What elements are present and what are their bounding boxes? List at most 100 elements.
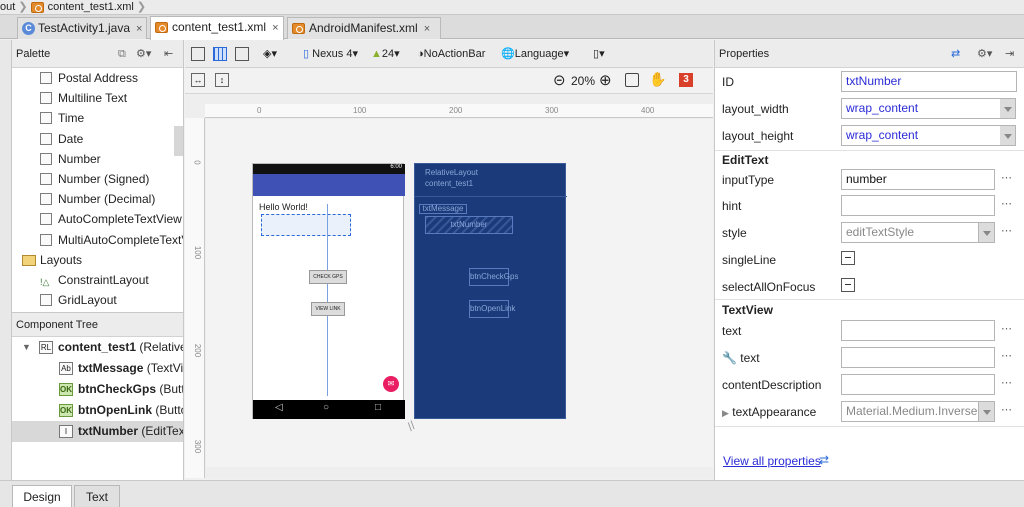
blueprint-view-icon[interactable] bbox=[213, 47, 227, 61]
palette-item[interactable]: MultiAutoCompleteTextView bbox=[12, 230, 183, 250]
mail-fab-icon[interactable]: ✉ bbox=[383, 376, 399, 392]
tree-item-btnopenlink[interactable]: OK btnOpenLink (Button) bbox=[12, 400, 183, 421]
breadcrumb-item-out[interactable]: out bbox=[0, 1, 15, 13]
chevron-down-icon[interactable] bbox=[1000, 98, 1016, 119]
tab-androidmanifest-xml[interactable]: AndroidManifest.xml × bbox=[287, 17, 441, 39]
view-all-properties-link[interactable]: View all properties bbox=[723, 454, 821, 468]
textview-icon: Ab bbox=[59, 362, 73, 375]
blueprint-btncheckgps[interactable]: btnCheckGps bbox=[469, 268, 518, 286]
tab-text[interactable]: Text bbox=[74, 485, 120, 507]
resize-height-icon[interactable]: ↕ bbox=[215, 73, 229, 87]
language-dropdown[interactable]: 🌐Language▾ bbox=[501, 46, 569, 62]
design-preview[interactable]: 6:00 Hello World! CHECK GPS VIEW LINK ✉ … bbox=[252, 163, 405, 419]
tree-item-content-test1[interactable]: ▼ RL content_test1 (RelativeLayout) bbox=[12, 337, 183, 358]
error-count-badge[interactable]: 3 bbox=[679, 73, 693, 87]
palette-item[interactable]: !△ ConstraintLayout bbox=[12, 270, 183, 290]
more-icon[interactable]: ⋯ bbox=[1001, 322, 1012, 335]
hint-field[interactable] bbox=[841, 195, 995, 216]
both-views-icon[interactable] bbox=[235, 47, 249, 61]
expand-arrow-icon[interactable]: ▶ bbox=[722, 408, 729, 418]
tab-design[interactable]: Design bbox=[12, 485, 72, 507]
hello-world-text[interactable]: Hello World! bbox=[259, 202, 308, 212]
tools-text-field[interactable] bbox=[841, 347, 995, 368]
swap-view-icon[interactable]: ⇄ bbox=[951, 40, 960, 68]
hide-panel-icon[interactable]: ⇤ bbox=[164, 40, 173, 68]
orientation-icon[interactable]: ◈▾ bbox=[263, 46, 277, 62]
select-all-on-focus-checkbox[interactable] bbox=[841, 278, 855, 292]
content-description-field[interactable] bbox=[841, 374, 995, 395]
gear-icon[interactable]: ⚙▾ bbox=[977, 40, 992, 68]
check-gps-button[interactable]: CHECK GPS bbox=[309, 270, 347, 284]
palette-item[interactable]: Number (Decimal) bbox=[12, 189, 183, 209]
resize-handle-icon[interactable]: // bbox=[405, 418, 418, 433]
more-icon[interactable]: ⋯ bbox=[1001, 403, 1012, 416]
palette-item[interactable]: Postal Address bbox=[12, 68, 183, 88]
tree-item-txtmessage[interactable]: Ab txtMessage (TextView) bbox=[12, 358, 183, 379]
blueprint-btnopenlink[interactable]: btnOpenLink bbox=[469, 300, 515, 318]
close-icon[interactable]: × bbox=[136, 23, 142, 35]
style-field[interactable]: editTextStyle bbox=[841, 222, 979, 243]
tree-item-txtnumber[interactable]: I txtNumber (EditText) bbox=[12, 421, 183, 442]
pan-hand-icon[interactable]: ✋ bbox=[649, 71, 666, 88]
design-canvas: 0 100 200 300 400 0 100 200 300 6:00 Hel… bbox=[185, 94, 713, 478]
edittext-selection[interactable] bbox=[261, 214, 351, 236]
id-field[interactable]: txtNumber bbox=[841, 71, 1017, 92]
close-icon[interactable]: × bbox=[272, 22, 278, 34]
palette-category-layouts[interactable]: Layouts bbox=[12, 250, 183, 270]
layout-height-field[interactable]: wrap_content bbox=[841, 125, 1001, 146]
resize-width-icon[interactable]: ↔ bbox=[191, 73, 205, 87]
tab-testactivity1-java[interactable]: C TestActivity1.java × bbox=[17, 17, 147, 39]
palette-item[interactable]: Time bbox=[12, 108, 183, 128]
palette-item[interactable]: Multiline Text bbox=[12, 88, 183, 108]
design-view-icon[interactable] bbox=[191, 47, 205, 61]
chevron-down-icon[interactable] bbox=[979, 222, 995, 243]
zoom-out-icon[interactable]: ⊝ bbox=[553, 71, 566, 89]
component-tree-title: Component Tree bbox=[16, 319, 98, 331]
zoom-fit-icon[interactable] bbox=[625, 73, 639, 87]
palette-scrollbar[interactable] bbox=[174, 126, 183, 156]
expand-arrow-icon[interactable]: ▼ bbox=[22, 337, 31, 358]
hide-panel-icon[interactable]: ⇥ bbox=[1005, 40, 1014, 68]
palette-item[interactable]: AutoCompleteTextView bbox=[12, 209, 183, 229]
properties-panel: Properties ⇄ ⚙▾ ⇥ ID txtNumber layout_wi… bbox=[714, 40, 1024, 480]
gear-icon[interactable]: ⚙▾ bbox=[136, 40, 151, 68]
tab-content-test1-xml[interactable]: content_test1.xml × bbox=[150, 16, 284, 40]
close-icon[interactable]: × bbox=[424, 23, 430, 35]
swap-view-icon[interactable]: ⇄ bbox=[819, 453, 829, 467]
single-line-checkbox[interactable] bbox=[841, 251, 855, 265]
multiautocomplete-icon bbox=[40, 233, 52, 246]
blueprint-txtnumber[interactable]: txtNumber bbox=[425, 216, 513, 234]
breadcrumb: out ❯ content_test1.xml ❯ bbox=[0, 0, 1024, 15]
palette-item[interactable]: Number (Signed) bbox=[12, 169, 183, 189]
restore-icon[interactable]: ⧉ bbox=[118, 40, 126, 68]
blueprint-txtmessage[interactable]: txtMessage bbox=[419, 204, 467, 214]
text-appearance-field[interactable]: Material.Medium.Inverse bbox=[841, 401, 979, 422]
palette-item[interactable]: GridLayout bbox=[12, 290, 183, 310]
tree-item-btncheckgps[interactable]: OK btnCheckGps (Button) bbox=[12, 379, 183, 400]
api-level-dropdown[interactable]: ▲24▾ bbox=[371, 46, 400, 62]
input-type-field[interactable]: number bbox=[841, 169, 995, 190]
palette-item[interactable]: Date bbox=[12, 129, 183, 149]
zoom-in-icon[interactable]: ⊕ bbox=[599, 71, 612, 89]
more-icon[interactable]: ⋯ bbox=[1001, 197, 1012, 210]
view-link-button[interactable]: VIEW LINK bbox=[311, 302, 345, 316]
more-icon[interactable]: ⋯ bbox=[1001, 349, 1012, 362]
chevron-down-icon[interactable] bbox=[979, 401, 995, 422]
editor-tabs: C TestActivity1.java × content_test1.xml × … bbox=[0, 15, 1024, 40]
canvas-workarea[interactable]: 6:00 Hello World! CHECK GPS VIEW LINK ✉ … bbox=[206, 119, 713, 467]
device-dropdown[interactable]: ▯ Nexus 4▾ bbox=[303, 46, 358, 62]
layout-width-field[interactable]: wrap_content bbox=[841, 98, 1001, 119]
device-frame-dropdown[interactable]: ▯▾ bbox=[593, 46, 605, 62]
chevron-down-icon[interactable] bbox=[1000, 125, 1016, 146]
theme-dropdown[interactable]: ◑NoActionBar bbox=[417, 46, 485, 62]
breadcrumb-item-file[interactable]: content_test1.xml bbox=[48, 1, 134, 13]
blueprint-view[interactable]: RelativeLayout content_test1 txtMessage … bbox=[414, 163, 567, 419]
textfield-icon bbox=[40, 112, 52, 125]
palette-item[interactable]: Number bbox=[12, 149, 183, 169]
more-icon[interactable]: ⋯ bbox=[1001, 224, 1012, 237]
properties-header: Properties ⇄ ⚙▾ ⇥ bbox=[715, 40, 1024, 68]
more-icon[interactable]: ⋯ bbox=[1001, 376, 1012, 389]
more-icon[interactable]: ⋯ bbox=[1001, 171, 1012, 184]
prop-row-text: text ⋯ bbox=[715, 317, 1024, 343]
text-field[interactable] bbox=[841, 320, 995, 341]
